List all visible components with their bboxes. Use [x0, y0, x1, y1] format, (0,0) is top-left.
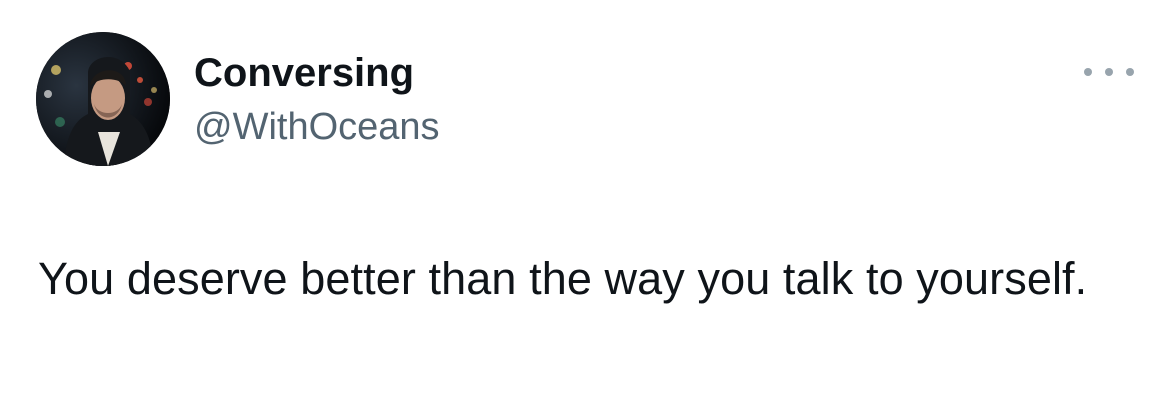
- more-dot: [1126, 68, 1134, 76]
- tweet-card: Conversing @WithOceans You deserve bette…: [0, 0, 1170, 404]
- more-dot: [1084, 68, 1092, 76]
- author-display-name[interactable]: Conversing: [194, 50, 414, 96]
- more-dot: [1105, 68, 1113, 76]
- avatar[interactable]: [36, 32, 170, 166]
- author-handle[interactable]: @WithOceans: [194, 105, 440, 149]
- more-options-icon[interactable]: [1084, 60, 1134, 84]
- tweet-text: You deserve better than the way you talk…: [38, 253, 1088, 304]
